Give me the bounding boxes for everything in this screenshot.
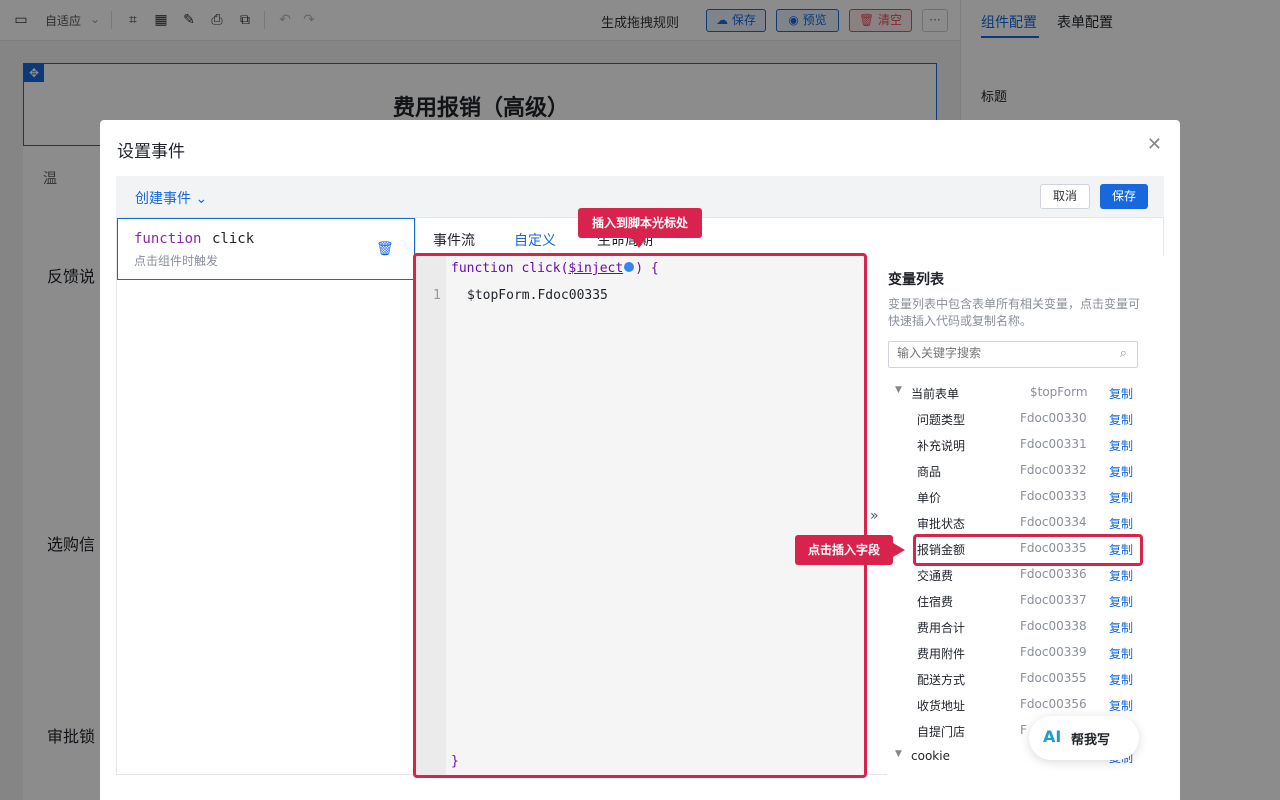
variable-row[interactable]: 单价 Fdoc00333 复制 <box>887 484 1165 510</box>
chevron-down-icon: ⌄ <box>195 191 208 207</box>
variable-name: 补充说明 <box>917 439 966 453</box>
variable-group-row[interactable]: ▼ 当前表单 $topForm 复制 <box>887 380 1165 406</box>
ai-write-button[interactable]: AI 帮我写 <box>1029 716 1139 760</box>
tab-custom[interactable]: 自定义 <box>514 230 556 250</box>
expand-icon[interactable]: » <box>870 508 879 524</box>
ai-logo: AI <box>1043 727 1062 746</box>
copy-link[interactable]: 复制 <box>1109 697 1133 714</box>
group-name: cookie <box>911 749 950 763</box>
variable-code: Fdoc00339 <box>1020 645 1087 659</box>
copy-link[interactable]: 复制 <box>1109 515 1133 532</box>
save-button[interactable]: 保存 <box>1100 184 1148 209</box>
dialog-title: 设置事件 <box>117 142 185 162</box>
variable-row[interactable]: 补充说明 Fdoc00331 复制 <box>887 432 1165 458</box>
variable-code: Fdoc00331 <box>1020 437 1087 451</box>
variable-name: 单价 <box>917 491 942 505</box>
copy-link[interactable]: 复制 <box>1109 567 1133 584</box>
cancel-button[interactable]: 取消 <box>1040 184 1090 209</box>
variable-name: 自提门店 <box>917 725 966 739</box>
callout-insert-cursor: 插入到脚本光标处 <box>578 208 702 238</box>
copy-link[interactable]: 复制 <box>1109 619 1133 636</box>
event-desc: 点击组件时触发 <box>134 254 219 268</box>
variable-name: 住宿费 <box>917 595 954 609</box>
variable-panel: 变量列表 变量列表中包含表单所有相关变量，点击变量可快速插入代码或复制名称。 ⌕… <box>887 256 1165 776</box>
variable-row[interactable]: 收货地址 Fdoc00356 复制 <box>887 692 1165 718</box>
variable-code: Fdoc00355 <box>1020 671 1087 685</box>
tab-event-flow[interactable]: 事件流 <box>433 230 475 250</box>
copy-link[interactable]: 复制 <box>1109 437 1133 454</box>
variable-row[interactable]: 费用合计 Fdoc00338 复制 <box>887 614 1165 640</box>
variable-title: 变量列表 <box>888 272 944 288</box>
callout-click-insert: 点击插入字段 <box>795 535 893 565</box>
variable-row[interactable]: 费用附件 Fdoc00339 复制 <box>887 640 1165 666</box>
close-icon[interactable]: ✕ <box>1147 134 1162 155</box>
search-icon: ⌕ <box>1119 346 1127 361</box>
variable-name: 交通费 <box>917 569 954 583</box>
variable-code: Fdoc00332 <box>1020 463 1087 477</box>
variable-name: 问题类型 <box>917 413 966 427</box>
variable-code: Fdoc00330 <box>1020 411 1087 425</box>
callout-arrow <box>632 238 646 248</box>
variable-row[interactable]: 商品 Fdoc00332 复制 <box>887 458 1165 484</box>
copy-link[interactable]: 复制 <box>1109 489 1133 506</box>
variable-code: Fdoc00337 <box>1020 593 1087 607</box>
variable-row[interactable]: 问题类型 Fdoc00330 复制 <box>887 406 1165 432</box>
variable-name: 收货地址 <box>917 699 966 713</box>
create-event-dropdown[interactable]: 创建事件 ⌄ <box>135 188 207 208</box>
group-name: 当前表单 <box>911 387 960 401</box>
event-item-click[interactable]: function click 点击组件时触发 🗑 <box>117 218 415 280</box>
event-keyword: function <box>134 231 202 247</box>
variable-name: 配送方式 <box>917 673 966 687</box>
variable-search-input[interactable] <box>897 346 1097 360</box>
caret-down-icon: ▼ <box>895 385 902 395</box>
variable-row[interactable]: 住宿费 Fdoc00337 复制 <box>887 588 1165 614</box>
variable-code: Fdoc00336 <box>1020 567 1087 581</box>
copy-link[interactable]: 复制 <box>1109 645 1133 662</box>
copy-link[interactable]: 复制 <box>1109 593 1133 610</box>
variable-name: 费用合计 <box>917 621 966 635</box>
variable-row[interactable]: 配送方式 Fdoc00355 复制 <box>887 666 1165 692</box>
variable-name: 费用附件 <box>917 647 966 661</box>
variable-code: F <box>1020 723 1027 737</box>
caret-down-icon: ▼ <box>895 749 902 759</box>
ai-label: 帮我写 <box>1071 733 1111 748</box>
copy-link[interactable]: 复制 <box>1109 463 1133 480</box>
copy-link[interactable]: 复制 <box>1109 385 1133 402</box>
copy-link[interactable]: 复制 <box>1109 411 1133 428</box>
variable-code: Fdoc00333 <box>1020 489 1087 503</box>
variable-name: 审批状态 <box>917 517 966 531</box>
variable-highlight <box>913 534 1143 566</box>
variable-search-box: ⌕ <box>888 341 1138 368</box>
variable-code: Fdoc00338 <box>1020 619 1087 633</box>
variable-row[interactable]: 审批状态 Fdoc00334 复制 <box>887 510 1165 536</box>
variable-name: 商品 <box>917 465 942 479</box>
variable-code: Fdoc00356 <box>1020 697 1087 711</box>
variable-code: Fdoc00334 <box>1020 515 1087 529</box>
variable-desc: 变量列表中包含表单所有相关变量，点击变量可快速插入代码或复制名称。 <box>888 297 1141 328</box>
delete-icon[interactable]: 🗑 <box>376 241 394 257</box>
group-code: $topForm <box>1030 385 1088 399</box>
copy-link[interactable]: 复制 <box>1109 671 1133 688</box>
callout-arrow <box>893 543 905 557</box>
event-name: click <box>212 231 255 247</box>
editor-highlight <box>413 253 867 778</box>
event-list: function click 点击组件时触发 🗑 <box>117 218 416 774</box>
